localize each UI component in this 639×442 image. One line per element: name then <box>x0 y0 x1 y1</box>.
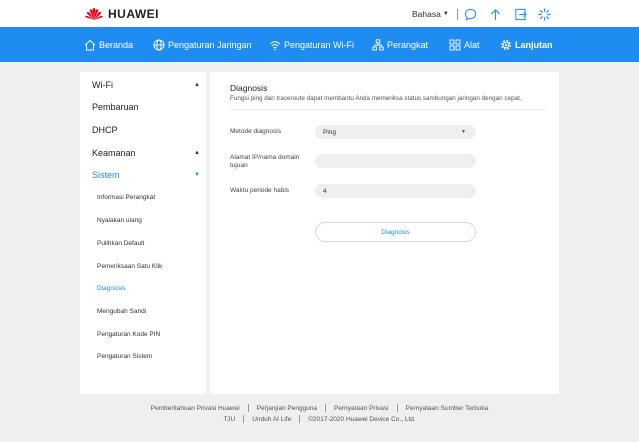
triangle-down-icon: ▼ <box>194 172 200 178</box>
caret-down-icon: ▼ <box>442 11 449 17</box>
sidebar-item-label: Keamanan <box>92 148 136 158</box>
footer-links-row: Pemberitahuan Privasi Huawei Perjanjian … <box>0 404 639 412</box>
sidebar-subitem-pulihkan-default[interactable]: Pulihkan Default <box>97 240 144 247</box>
nav-label: Lanjutan <box>515 39 553 50</box>
footer-link-privasi-huawei[interactable]: Pemberitahuan Privasi Huawei <box>151 405 240 412</box>
sidebar-subitem-pemeriksaan-satu-klik[interactable]: Pemeriksaan Satu Klik <box>97 263 162 270</box>
nav-label: Perangkat <box>387 39 429 50</box>
huawei-logo[interactable]: HUAWEI <box>84 6 159 21</box>
address-input[interactable] <box>315 154 476 168</box>
nav-item-alat[interactable]: Alat <box>449 27 480 62</box>
method-value: Ping <box>323 128 337 136</box>
method-select[interactable]: Ping ▼ <box>315 125 476 139</box>
triangle-up-icon: ▲ <box>194 82 200 88</box>
nav-item-perangkat[interactable]: Perangkat <box>372 27 428 62</box>
gear-icon <box>500 39 512 50</box>
page-description: Fungsi ping dan traceroute dapat membant… <box>230 95 522 102</box>
footer-divider <box>243 415 245 423</box>
nav-item-pengaturan-jaringan[interactable]: Pengaturan Jaringan <box>153 27 252 62</box>
exit-icon[interactable] <box>514 8 527 21</box>
sidebar-subitem-diagnosis[interactable]: Diagnosis <box>97 285 126 292</box>
top-bar: HUAWEI Bahasa ▼ <box>0 0 639 27</box>
section-divider <box>230 109 546 110</box>
sidebar-subitem-nyalakan-ulang[interactable]: Nyalakan ulang <box>97 217 142 224</box>
sidebar-subitem-pengaturan-kode-pin[interactable]: Pengaturan Kode PIN <box>97 331 160 338</box>
sidebar-item-dhcp[interactable]: DHCP <box>92 125 200 135</box>
nav-label: Pengaturan Jaringan <box>168 39 252 50</box>
nav-item-beranda[interactable]: Beranda <box>84 27 133 62</box>
sidebar-item-label: Pembaruan <box>92 102 139 112</box>
footer-divider <box>396 404 398 412</box>
home-icon <box>84 39 96 50</box>
grid-icon <box>449 39 461 50</box>
sidebar-item-keamanan[interactable]: Keamanan ▲ <box>92 148 200 158</box>
page-title: Diagnosis <box>230 83 268 93</box>
sidebar-item-wifi[interactable]: Wi-Fi ▲ <box>92 80 200 90</box>
nav-label: Alat <box>464 39 480 50</box>
sidebar-subitem-mengubah-sandi[interactable]: Mengubah Sandi <box>97 308 146 315</box>
sidebar-item-sistem[interactable]: Sistem ▼ <box>92 170 200 180</box>
diagnosis-panel: Diagnosis Fungsi ping dan traceroute dap… <box>210 72 559 394</box>
timeout-label: Waktu periode habis <box>230 187 290 194</box>
timeout-value: 4 <box>323 187 327 195</box>
timeout-input[interactable]: 4 <box>315 184 476 198</box>
footer-divider <box>325 404 327 412</box>
footer-link-tju[interactable]: TJU <box>223 416 235 423</box>
footer-link-pernyataan-privasi[interactable]: Pernyataan Privasi <box>334 405 389 412</box>
main-nav: Beranda Pengaturan Jaringan Pengaturan W… <box>0 27 639 62</box>
header-divider <box>457 9 458 20</box>
diagnosis-button[interactable]: Diagnosis <box>315 222 476 242</box>
brand-name: HUAWEI <box>108 6 159 21</box>
sidebar-item-label: Sistem <box>92 170 120 180</box>
footer-link-unduh-ai-life[interactable]: Unduh AI Life <box>252 416 291 423</box>
devices-icon <box>372 38 384 50</box>
sidebar-subitem-pengaturan-sistem[interactable]: Pengaturan Sistem <box>97 353 152 360</box>
globe-icon <box>153 39 165 50</box>
footer-link-perjanjian-pengguna[interactable]: Perjanjian Pengguna <box>257 405 317 412</box>
nav-item-pengaturan-wifi[interactable]: Pengaturan Wi-Fi <box>269 27 354 62</box>
wifi-icon <box>269 40 281 50</box>
caret-down-icon: ▼ <box>461 129 466 135</box>
loading-icon[interactable] <box>538 8 551 21</box>
sidebar-item-pembaruan[interactable]: Pembaruan <box>92 102 200 112</box>
huawei-flower-icon <box>85 8 103 20</box>
language-selector[interactable]: Bahasa ▼ <box>412 9 449 19</box>
address-label: Alamat IP/nama domain tujuan <box>230 154 300 169</box>
sidebar-item-label: DHCP <box>92 125 118 135</box>
footer-link-sumber-terbuka[interactable]: Pernyataan Sumber Terbuka <box>406 405 489 412</box>
footer-divider <box>247 404 249 412</box>
chat-icon[interactable] <box>464 8 477 21</box>
method-label: Metode diagnosis <box>230 128 281 135</box>
footer: Pemberitahuan Privasi Huawei Perjanjian … <box>0 396 639 442</box>
nav-label: Beranda <box>99 39 134 50</box>
footer-divider <box>299 415 301 423</box>
sidebar-subitem-informasi-perangkat[interactable]: Informasi Perangkat <box>97 194 155 201</box>
nav-label: Pengaturan Wi-Fi <box>284 39 355 50</box>
triangle-up-icon: ▲ <box>194 150 200 156</box>
language-label: Bahasa <box>412 9 441 19</box>
sidebar-item-label: Wi-Fi <box>92 80 113 90</box>
footer-info-row: TJU Unduh AI Life ©2017-2020 Huawei Devi… <box>0 415 639 423</box>
footer-copyright: ©2017-2020 Huawei Device Co., Ltd. <box>308 415 416 423</box>
nav-item-lanjutan[interactable]: Lanjutan <box>500 27 553 62</box>
upload-arrow-icon[interactable] <box>489 8 502 21</box>
sidebar: Wi-Fi ▲ Pembaruan DHCP Keamanan ▲ Sistem… <box>80 72 206 394</box>
